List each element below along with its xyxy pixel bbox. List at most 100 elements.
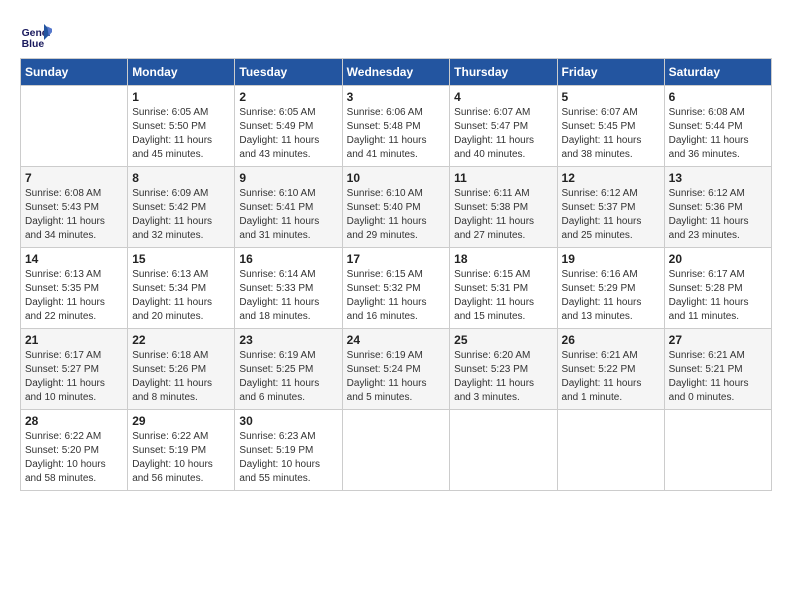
day-number: 4 (454, 90, 552, 104)
calendar-cell: 21Sunrise: 6:17 AMSunset: 5:27 PMDayligh… (21, 329, 128, 410)
day-number: 11 (454, 171, 552, 185)
day-number: 13 (669, 171, 767, 185)
calendar-week-row: 1Sunrise: 6:05 AMSunset: 5:50 PMDaylight… (21, 86, 772, 167)
day-detail: Sunrise: 6:07 AMSunset: 5:47 PMDaylight:… (454, 106, 552, 162)
day-detail: Sunrise: 6:09 AMSunset: 5:42 PMDaylight:… (132, 187, 230, 243)
day-number: 8 (132, 171, 230, 185)
day-number: 24 (347, 333, 446, 347)
logo-icon: General Blue (20, 20, 52, 52)
calendar-cell: 3 Sunrise: 6:06 AMSunset: 5:48 PMDaylight… (342, 86, 450, 167)
day-number: 16 (239, 252, 337, 266)
day-number: 10 (347, 171, 446, 185)
calendar-cell: 20 Sunrise: 6:17 AMSunset: 5:28 PMDayligh… (664, 248, 771, 329)
calendar-cell (557, 410, 664, 491)
day-detail: Sunrise: 6:21 AMSunset: 5:22 PMDaylight:… (562, 349, 660, 405)
day-detail: Sunrise: 6:23 AMSunset: 5:19 PMDaylight:… (239, 430, 337, 486)
day-detail: Sunrise: 6:19 AMSunset: 5:25 PMDaylight:… (239, 349, 337, 405)
day-detail: Sunrise: 6:12 AMSunset: 5:37 PMDaylight:… (562, 187, 660, 243)
day-number: 25 (454, 333, 552, 347)
day-detail: Sunrise: 6:17 AMSunset: 5:28 PMDaylight:… (669, 268, 767, 324)
calendar-week-row: 14 Sunrise: 6:13 AMSunset: 5:35 PMDayligh… (21, 248, 772, 329)
day-detail: Sunrise: 6:18 AMSunset: 5:26 PMDaylight:… (132, 349, 230, 405)
day-number: 5 (562, 90, 660, 104)
day-number: 14 (25, 252, 123, 266)
day-detail: Sunrise: 6:05 AMSunset: 5:49 PMDaylight:… (239, 106, 337, 162)
calendar-cell: 12 Sunrise: 6:12 AMSunset: 5:37 PMDayligh… (557, 167, 664, 248)
column-header-wednesday: Wednesday (342, 59, 450, 86)
calendar-cell: 28 Sunrise: 6:22 AMSunset: 5:20 PMDayligh… (21, 410, 128, 491)
day-number: 18 (454, 252, 552, 266)
column-header-saturday: Saturday (664, 59, 771, 86)
calendar-cell: 18 Sunrise: 6:15 AMSunset: 5:31 PMDayligh… (450, 248, 557, 329)
calendar-cell: 13 Sunrise: 6:12 AMSunset: 5:36 PMDayligh… (664, 167, 771, 248)
calendar-cell (450, 410, 557, 491)
day-number: 26 (562, 333, 660, 347)
calendar-cell: 22 Sunrise: 6:18 AMSunset: 5:26 PMDayligh… (128, 329, 235, 410)
calendar-cell: 27 Sunrise: 6:21 AMSunset: 5:21 PMDayligh… (664, 329, 771, 410)
column-header-friday: Friday (557, 59, 664, 86)
calendar-cell: 2 Sunrise: 6:05 AMSunset: 5:49 PMDaylight… (235, 86, 342, 167)
day-number: 28 (25, 414, 123, 428)
day-detail: Sunrise: 6:20 AMSunset: 5:23 PMDaylight:… (454, 349, 552, 405)
day-detail: Sunrise: 6:22 AMSunset: 5:19 PMDaylight:… (132, 430, 230, 486)
day-detail: Sunrise: 6:19 AMSunset: 5:24 PMDaylight:… (347, 349, 446, 405)
column-header-tuesday: Tuesday (235, 59, 342, 86)
calendar-cell: 19Sunrise: 6:16 AMSunset: 5:29 PMDayligh… (557, 248, 664, 329)
day-number: 22 (132, 333, 230, 347)
calendar-cell (664, 410, 771, 491)
calendar-cell: 10 Sunrise: 6:10 AMSunset: 5:40 PMDayligh… (342, 167, 450, 248)
day-detail: Sunrise: 6:07 AMSunset: 5:45 PMDaylight:… (562, 106, 660, 162)
calendar-cell (342, 410, 450, 491)
calendar-cell: 17 Sunrise: 6:15 AMSunset: 5:32 PMDayligh… (342, 248, 450, 329)
day-number: 27 (669, 333, 767, 347)
day-number: 9 (239, 171, 337, 185)
day-detail: Sunrise: 6:13 AMSunset: 5:35 PMDaylight:… (25, 268, 123, 324)
column-header-sunday: Sunday (21, 59, 128, 86)
calendar-cell: 5 Sunrise: 6:07 AMSunset: 5:45 PMDaylight… (557, 86, 664, 167)
day-detail: Sunrise: 6:15 AMSunset: 5:31 PMDaylight:… (454, 268, 552, 324)
day-detail: Sunrise: 6:08 AMSunset: 5:43 PMDaylight:… (25, 187, 123, 243)
day-detail: Sunrise: 6:06 AMSunset: 5:48 PMDaylight:… (347, 106, 446, 162)
day-number: 20 (669, 252, 767, 266)
day-detail: Sunrise: 6:13 AMSunset: 5:34 PMDaylight:… (132, 268, 230, 324)
page-header: General Blue (20, 20, 772, 52)
calendar-cell: 30 Sunrise: 6:23 AMSunset: 5:19 PMDayligh… (235, 410, 342, 491)
day-number: 7 (25, 171, 123, 185)
day-number: 12 (562, 171, 660, 185)
calendar-cell: 7 Sunrise: 6:08 AMSunset: 5:43 PMDaylight… (21, 167, 128, 248)
day-detail: Sunrise: 6:21 AMSunset: 5:21 PMDaylight:… (669, 349, 767, 405)
calendar-header-row: SundayMondayTuesdayWednesdayThursdayFrid… (21, 59, 772, 86)
day-detail: Sunrise: 6:15 AMSunset: 5:32 PMDaylight:… (347, 268, 446, 324)
day-detail: Sunrise: 6:11 AMSunset: 5:38 PMDaylight:… (454, 187, 552, 243)
day-number: 30 (239, 414, 337, 428)
day-number: 29 (132, 414, 230, 428)
calendar-cell: 11 Sunrise: 6:11 AMSunset: 5:38 PMDayligh… (450, 167, 557, 248)
day-number: 6 (669, 90, 767, 104)
day-number: 17 (347, 252, 446, 266)
day-detail: Sunrise: 6:10 AMSunset: 5:41 PMDaylight:… (239, 187, 337, 243)
day-detail: Sunrise: 6:08 AMSunset: 5:44 PMDaylight:… (669, 106, 767, 162)
day-number: 1 (132, 90, 230, 104)
calendar-cell (21, 86, 128, 167)
calendar-cell: 14 Sunrise: 6:13 AMSunset: 5:35 PMDayligh… (21, 248, 128, 329)
calendar-week-row: 21Sunrise: 6:17 AMSunset: 5:27 PMDayligh… (21, 329, 772, 410)
calendar-cell: 8 Sunrise: 6:09 AMSunset: 5:42 PMDaylight… (128, 167, 235, 248)
calendar-cell: 15 Sunrise: 6:13 AMSunset: 5:34 PMDayligh… (128, 248, 235, 329)
calendar-cell: 26 Sunrise: 6:21 AMSunset: 5:22 PMDayligh… (557, 329, 664, 410)
column-header-monday: Monday (128, 59, 235, 86)
day-number: 2 (239, 90, 337, 104)
logo: General Blue (20, 20, 56, 52)
calendar-cell: 25 Sunrise: 6:20 AMSunset: 5:23 PMDayligh… (450, 329, 557, 410)
day-number: 19 (562, 252, 660, 266)
day-detail: Sunrise: 6:14 AMSunset: 5:33 PMDaylight:… (239, 268, 337, 324)
day-number: 15 (132, 252, 230, 266)
calendar-cell: 29 Sunrise: 6:22 AMSunset: 5:19 PMDayligh… (128, 410, 235, 491)
calendar-cell: 9 Sunrise: 6:10 AMSunset: 5:41 PMDaylight… (235, 167, 342, 248)
day-detail: Sunrise: 6:10 AMSunset: 5:40 PMDaylight:… (347, 187, 446, 243)
day-detail: Sunrise: 6:12 AMSunset: 5:36 PMDaylight:… (669, 187, 767, 243)
calendar-cell: 1Sunrise: 6:05 AMSunset: 5:50 PMDaylight… (128, 86, 235, 167)
day-number: 3 (347, 90, 446, 104)
day-detail: Sunrise: 6:22 AMSunset: 5:20 PMDaylight:… (25, 430, 123, 486)
calendar-cell: 23Sunrise: 6:19 AMSunset: 5:25 PMDayligh… (235, 329, 342, 410)
calendar-cell: 16 Sunrise: 6:14 AMSunset: 5:33 PMDayligh… (235, 248, 342, 329)
